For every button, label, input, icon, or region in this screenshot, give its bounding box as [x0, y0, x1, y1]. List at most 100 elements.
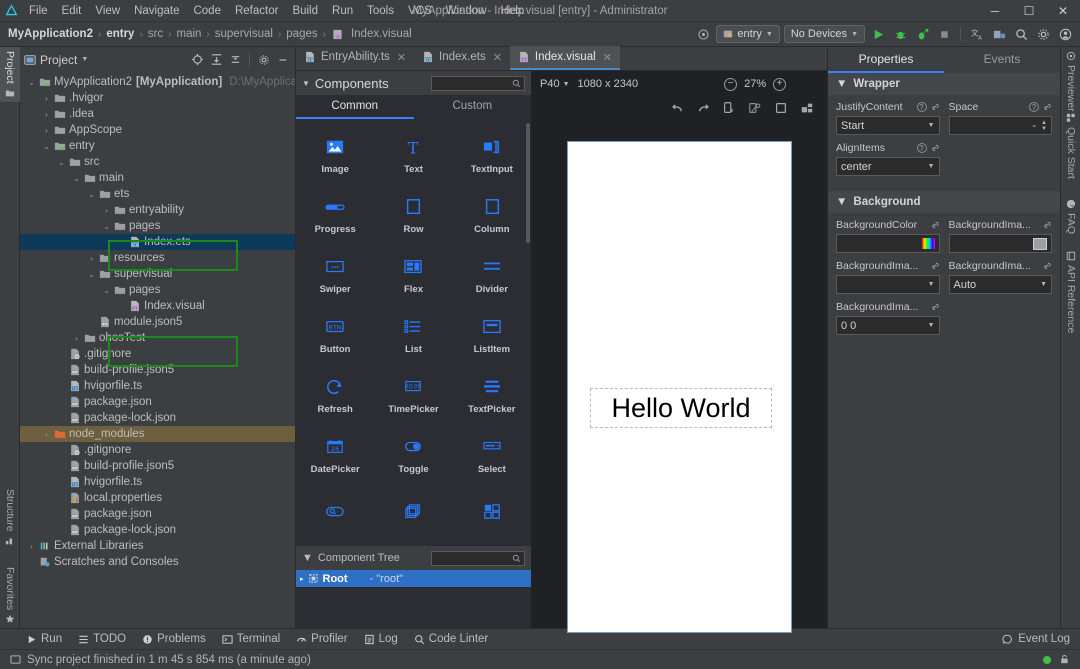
profile-icon[interactable]: [913, 25, 931, 43]
menu-refactor[interactable]: Refactor: [228, 3, 285, 19]
link-icon[interactable]: [1042, 261, 1052, 271]
help-icon[interactable]: ?: [916, 102, 927, 112]
components-search-input[interactable]: [431, 75, 525, 91]
chevron-down-icon[interactable]: ⌄: [101, 222, 112, 231]
tree-row-local-properties[interactable]: local.properties: [20, 490, 295, 506]
component-item-column[interactable]: Column: [453, 185, 531, 245]
components-tab-common[interactable]: Common: [296, 95, 414, 119]
debug-icon[interactable]: [891, 25, 909, 43]
menu-navigate[interactable]: Navigate: [127, 3, 186, 19]
target-icon[interactable]: [189, 51, 206, 68]
editor-tab-entryability-ts[interactable]: ETS EntryAbility.ts ✕: [296, 46, 414, 70]
bottom-tab-log[interactable]: Log: [364, 633, 398, 645]
tree-row-module-json5[interactable]: module.json5: [20, 314, 295, 330]
tool-tab-previewer[interactable]: Previewer: [1061, 47, 1080, 116]
tree-row-appscope[interactable]: › AppScope: [20, 122, 295, 138]
tree-row-idea[interactable]: › .idea: [20, 106, 295, 122]
zoom-in-button[interactable]: +: [773, 77, 787, 91]
tree-row-package-lock-json[interactable]: package-lock.json: [20, 410, 295, 426]
tree-row-hvigor[interactable]: › .hvigor: [20, 90, 295, 106]
component-item-timepicker[interactable]: 00:00 TimePicker: [374, 365, 452, 425]
tree-row-myapplication2[interactable]: ⌄ MyApplication2 [MyApplication] D:\MyAppli…: [20, 74, 295, 90]
chevron-down-icon[interactable]: ⌄: [86, 190, 97, 199]
component-item-toggle[interactable]: Toggle: [374, 425, 452, 485]
breadcrumb-item-src[interactable]: src: [146, 28, 165, 40]
breadcrumb-item-project[interactable]: MyApplication2: [6, 28, 95, 40]
menu-view[interactable]: View: [88, 3, 127, 19]
field-backgroundimage-repeat-select[interactable]: ▼: [836, 275, 940, 294]
chevron-right-icon[interactable]: ›: [41, 94, 52, 103]
bottom-tab-terminal[interactable]: Terminal: [222, 633, 280, 645]
redo-icon[interactable]: [695, 100, 711, 116]
tree-row-ohostest[interactable]: › ohosTest: [20, 330, 295, 346]
tree-row-src[interactable]: ⌄ src: [20, 154, 295, 170]
component-item-grid[interactable]: [453, 485, 531, 545]
bottom-tab-code-linter[interactable]: Code Linter: [414, 633, 488, 645]
link-icon[interactable]: [930, 220, 940, 230]
component-item-select[interactable]: Select: [453, 425, 531, 485]
tree-row-entry[interactable]: ⌄ entry: [20, 138, 295, 154]
tree-row-pages[interactable]: ⌄ pages: [20, 282, 295, 298]
bottom-tab-problems[interactable]: Problems: [142, 633, 206, 645]
editor-tab-index-ets[interactable]: ETS Index.ets ✕: [414, 46, 510, 70]
tree-row-supervisual[interactable]: ⌄ supervisual: [20, 266, 295, 282]
menu-window[interactable]: Window: [439, 3, 494, 19]
tree-row-gitignore[interactable]: .gitignore: [20, 346, 295, 362]
close-icon[interactable]: ✕: [397, 51, 406, 64]
link-icon[interactable]: [930, 102, 940, 112]
tree-row-hvigorfile-ts[interactable]: TS hvigorfile.ts: [20, 378, 295, 394]
component-item-progress[interactable]: Progress: [296, 185, 374, 245]
tree-row-external-libraries[interactable]: › External Libraries: [20, 538, 295, 554]
chevron-down-icon[interactable]: ▼: [81, 56, 88, 63]
minimize-button[interactable]: ─: [978, 0, 1012, 22]
components-scrollbar[interactable]: [526, 123, 530, 243]
menu-tools[interactable]: Tools: [360, 3, 401, 19]
zoom-out-button[interactable]: −: [724, 77, 738, 91]
component-item-refresh[interactable]: Refresh: [296, 365, 374, 425]
property-group-wrapper-header[interactable]: ▼ Wrapper: [828, 73, 1060, 95]
component-item-text[interactable]: T Text: [374, 125, 452, 185]
frame-icon[interactable]: [773, 100, 789, 116]
stop-icon[interactable]: [935, 25, 953, 43]
tree-row-node-modules[interactable]: › node_modules: [20, 426, 295, 442]
property-group-background-header[interactable]: ▼ Background: [828, 191, 1060, 213]
chevron-down-icon[interactable]: ⌄: [71, 174, 82, 183]
close-icon[interactable]: ✕: [603, 51, 612, 64]
components-tab-custom[interactable]: Custom: [414, 95, 532, 119]
tab-properties[interactable]: Properties: [828, 47, 944, 73]
component-item-swiper[interactable]: Swiper: [296, 245, 374, 305]
tree-row-pages[interactable]: ⌄ pages: [20, 218, 295, 234]
help-icon[interactable]: ?: [1029, 102, 1039, 112]
tab-events[interactable]: Events: [944, 47, 1060, 73]
rotate-device-icon[interactable]: [721, 100, 737, 116]
chevron-right-icon[interactable]: ›: [86, 254, 97, 263]
tree-row-package-json[interactable]: package.json: [20, 394, 295, 410]
chevron-right-icon[interactable]: ›: [41, 110, 52, 119]
help-icon[interactable]: ?: [916, 143, 927, 153]
tree-row-resources[interactable]: › resources: [20, 250, 295, 266]
component-item-list[interactable]: List: [374, 305, 452, 365]
tool-tab-project[interactable]: Project: [0, 47, 20, 102]
settings-icon[interactable]: [1034, 25, 1052, 43]
settings-icon[interactable]: [255, 51, 272, 68]
menu-vcs[interactable]: VCS: [401, 3, 439, 19]
menu-run[interactable]: Run: [325, 3, 360, 19]
menu-edit[interactable]: Edit: [55, 3, 89, 19]
component-item-button[interactable]: BTN Button: [296, 305, 374, 365]
chevron-down-icon[interactable]: ⌄: [41, 142, 52, 151]
chevron-right-icon[interactable]: ›: [41, 430, 52, 439]
component-item-listitem[interactable]: ListItem: [453, 305, 531, 365]
menu-file[interactable]: File: [22, 3, 55, 19]
maximize-button[interactable]: ☐: [1012, 0, 1046, 22]
bottom-tab-profiler[interactable]: Profiler: [296, 633, 348, 645]
sync-icon[interactable]: [694, 25, 712, 43]
chevron-down-icon[interactable]: ▼: [302, 79, 310, 88]
component-item-datepicker[interactable]: 28 DatePicker: [296, 425, 374, 485]
tool-tab-favorites[interactable]: Favorites: [0, 563, 20, 628]
field-space-spinner[interactable]: - ▲ ▼: [948, 116, 1052, 135]
preview-device-selector[interactable]: P40 ▼: [540, 78, 570, 90]
translate-icon[interactable]: 文A: [968, 25, 986, 43]
collapse-all-icon[interactable]: [227, 51, 244, 68]
field-backgroundcolor-input[interactable]: [836, 234, 940, 253]
chevron-right-icon[interactable]: ›: [71, 334, 82, 343]
